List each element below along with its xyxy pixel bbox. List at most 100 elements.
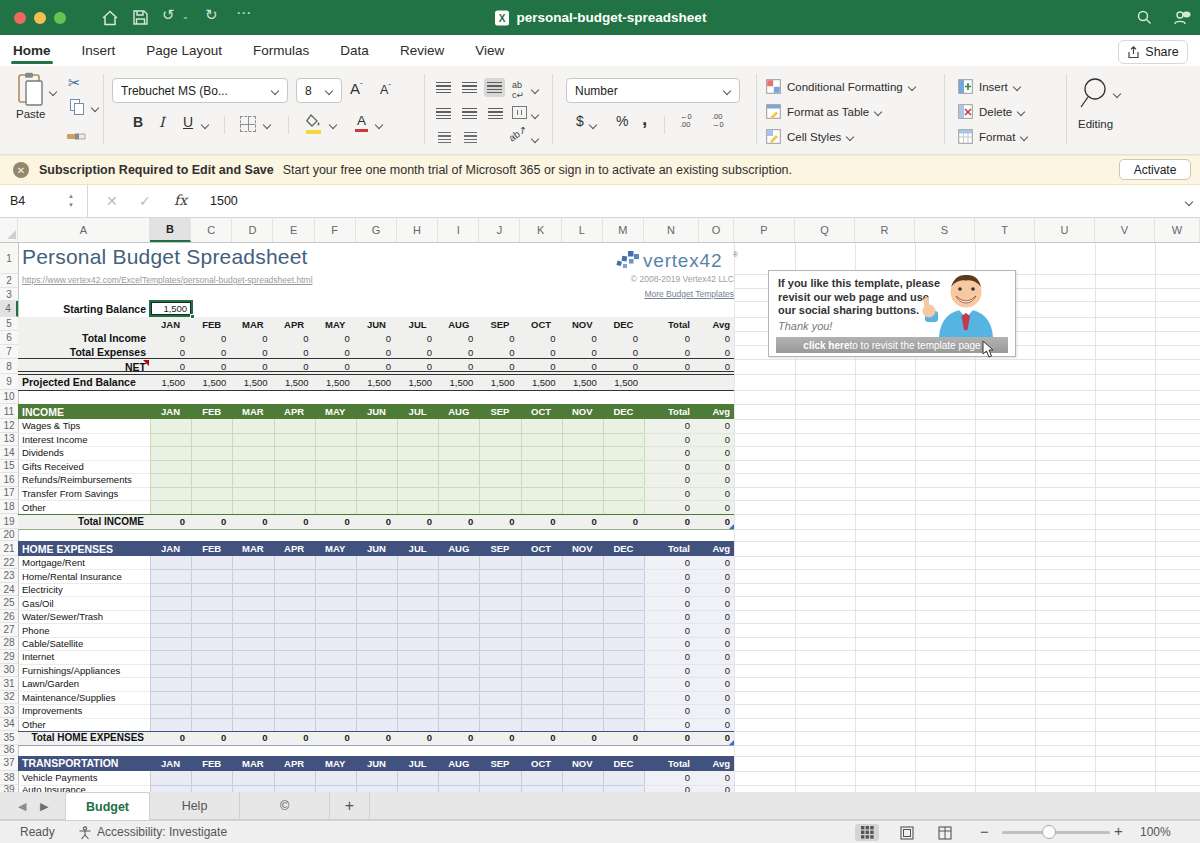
cell[interactable]: 0: [397, 331, 432, 345]
cell[interactable]: 0: [644, 500, 690, 514]
underline-chevron-icon[interactable]: [202, 121, 209, 128]
page-break-view-icon[interactable]: [933, 824, 957, 841]
summary-month-JUL[interactable]: JUL: [397, 317, 438, 331]
decrease-decimal-icon[interactable]: .00→0: [712, 113, 724, 129]
cell[interactable]: 0: [603, 731, 638, 745]
column-header-Q[interactable]: Q: [795, 218, 855, 242]
cell[interactable]: 0: [315, 514, 350, 529]
column-header-G[interactable]: G: [356, 218, 397, 242]
align-top-icon[interactable]: [436, 82, 451, 93]
cell[interactable]: 0: [397, 345, 432, 359]
wrap-text-icon[interactable]: abc↵: [512, 80, 524, 100]
format-painter-icon[interactable]: [66, 122, 86, 140]
cell[interactable]: 0: [644, 731, 690, 745]
cell[interactable]: 0: [644, 419, 690, 433]
cell[interactable]: 0: [699, 345, 730, 359]
cell[interactable]: 1,500: [397, 374, 432, 390]
row-header-24[interactable]: 24: [0, 583, 18, 596]
orientation-chevron-icon[interactable]: [532, 135, 539, 142]
editing-button[interactable]: [1078, 76, 1112, 117]
cell[interactable]: 1,500: [521, 374, 556, 390]
copy-icon[interactable]: [70, 99, 80, 111]
cell[interactable]: 1,500: [274, 374, 309, 390]
cell[interactable]: 0: [699, 623, 730, 636]
sheet-url-link[interactable]: https://www.vertex42.com/ExcelTemplates/…: [22, 275, 313, 285]
cell[interactable]: 0: [232, 514, 267, 529]
row-header-21[interactable]: 21: [0, 541, 18, 556]
cell[interactable]: 0: [274, 731, 309, 745]
cell[interactable]: 0: [699, 596, 730, 609]
row-header-25[interactable]: 25: [0, 596, 18, 609]
cell[interactable]: 0: [603, 514, 638, 529]
zoom-slider-knob[interactable]: [1042, 825, 1056, 839]
cell[interactable]: 0: [644, 514, 690, 529]
delete-cells-button[interactable]: Delete: [958, 104, 1025, 119]
tab-page-layout[interactable]: Page Layout: [146, 35, 222, 66]
comma-format-icon[interactable]: ,: [642, 108, 647, 130]
cell[interactable]: 0: [699, 419, 730, 433]
page-layout-view-icon[interactable]: [895, 824, 919, 841]
summary-month-APR[interactable]: APR: [274, 317, 315, 331]
row-header-13[interactable]: 13: [0, 433, 18, 447]
row-header-36[interactable]: 36: [0, 745, 18, 756]
zoom-slider[interactable]: [1002, 831, 1110, 834]
cell[interactable]: 0: [699, 637, 730, 650]
cell[interactable]: 0: [699, 664, 730, 677]
cell[interactable]: 1,500: [150, 374, 185, 390]
cell[interactable]: 0: [356, 331, 391, 345]
row-header-34[interactable]: 34: [0, 718, 18, 731]
column-header-W[interactable]: W: [1155, 218, 1200, 242]
row-header-20[interactable]: 20: [0, 529, 18, 541]
cell[interactable]: 1,500: [438, 374, 473, 390]
tab-review[interactable]: Review: [400, 35, 444, 66]
column-header-N[interactable]: N: [644, 218, 699, 242]
selected-cell-b4[interactable]: 1,500: [151, 302, 191, 315]
summary-month-NOV[interactable]: NOV: [562, 317, 603, 331]
summary-month-JAN[interactable]: JAN: [150, 317, 191, 331]
row-header-26[interactable]: 26: [0, 610, 18, 623]
cell[interactable]: 0: [644, 623, 690, 636]
format-cells-button[interactable]: Format: [958, 129, 1028, 144]
cell[interactable]: 0: [521, 345, 556, 359]
activate-button[interactable]: Activate: [1119, 159, 1191, 180]
column-header-B[interactable]: B: [150, 218, 191, 242]
cell[interactable]: 0: [191, 731, 226, 745]
zoom-in-icon[interactable]: +: [1114, 822, 1123, 839]
increase-indent-icon[interactable]: [464, 132, 477, 143]
number-format-select[interactable]: Number: [566, 78, 740, 103]
row-header-3[interactable]: 3: [0, 288, 18, 301]
merge-chevron-icon[interactable]: [532, 111, 539, 118]
column-header-U[interactable]: U: [1035, 218, 1095, 242]
cell[interactable]: 0: [699, 500, 730, 514]
search-icon[interactable]: [1136, 9, 1153, 26]
decrease-indent-icon[interactable]: [438, 132, 451, 143]
cell[interactable]: 0: [438, 731, 473, 745]
cell[interactable]: 0: [603, 345, 638, 359]
cell[interactable]: 0: [191, 514, 226, 529]
cell[interactable]: 0: [356, 731, 391, 745]
cell[interactable]: 0: [191, 331, 226, 345]
cell[interactable]: 0: [699, 433, 730, 447]
cell[interactable]: 0: [232, 345, 267, 359]
sheet-tab-copyright[interactable]: ©: [240, 792, 330, 820]
cell[interactable]: 0: [644, 677, 690, 690]
cell[interactable]: 0: [699, 718, 730, 731]
cell[interactable]: 0: [644, 460, 690, 474]
currency-chevron-icon[interactable]: [590, 121, 597, 128]
account-icon[interactable]: [1172, 9, 1192, 27]
orientation-icon[interactable]: ab↗: [507, 123, 529, 143]
row-header-17[interactable]: 17: [0, 487, 18, 501]
row-header-22[interactable]: 22: [0, 556, 18, 569]
cell[interactable]: 0: [644, 718, 690, 731]
row-header-4[interactable]: 4: [0, 301, 18, 317]
row-header-6[interactable]: 6: [0, 331, 18, 345]
cell[interactable]: 1,500: [232, 374, 267, 390]
row-header-38[interactable]: 38: [0, 771, 18, 785]
accessibility-icon[interactable]: [78, 826, 92, 840]
column-header-J[interactable]: J: [479, 218, 520, 242]
cell[interactable]: 0: [699, 731, 730, 745]
cell[interactable]: 0: [562, 331, 597, 345]
column-header-F[interactable]: F: [315, 218, 356, 242]
column-header-V[interactable]: V: [1095, 218, 1155, 242]
tab-data[interactable]: Data: [340, 35, 369, 66]
